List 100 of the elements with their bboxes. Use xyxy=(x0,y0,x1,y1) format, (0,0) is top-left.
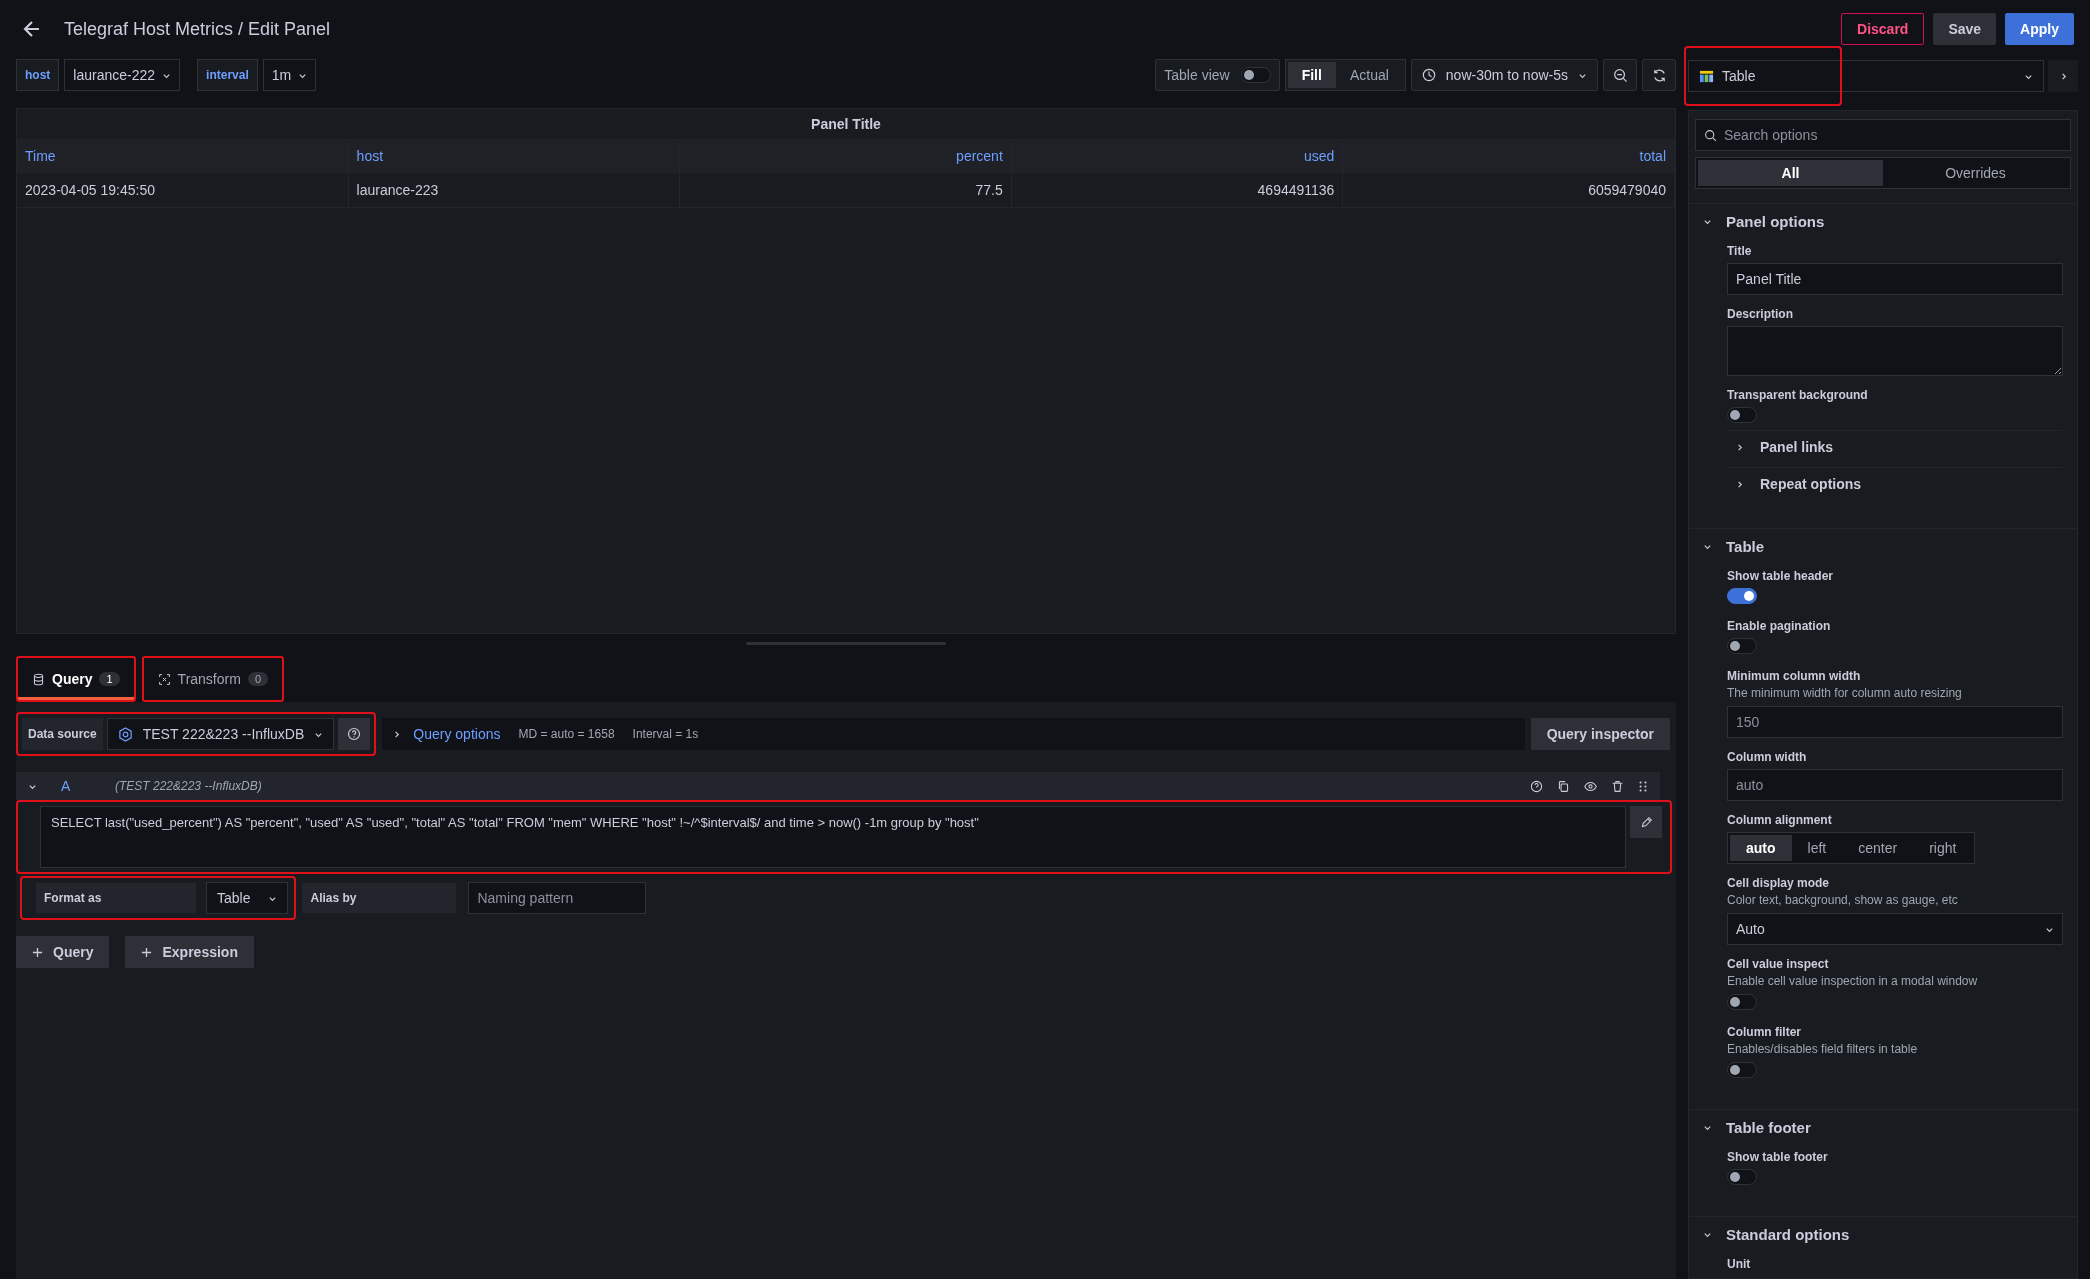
table-cell: laurance-223 xyxy=(348,173,681,208)
page-title: Telegraf Host Metrics / Edit Panel xyxy=(64,18,331,40)
panel-title: Panel Title xyxy=(810,115,882,134)
transform-icon xyxy=(157,672,171,686)
format-as-label: Format as xyxy=(36,883,196,913)
zoom-out-icon xyxy=(1612,67,1628,83)
radio-option[interactable]: left xyxy=(1791,835,1843,861)
edit-button[interactable] xyxy=(1630,806,1662,838)
toggle-switch[interactable] xyxy=(1727,588,1757,604)
toggle-switch[interactable] xyxy=(1727,638,1757,654)
back-arrow-icon[interactable] xyxy=(22,19,42,39)
toggle-switch[interactable] xyxy=(1727,407,1757,423)
help-button[interactable] xyxy=(338,718,371,750)
pencil-icon xyxy=(1639,815,1653,829)
radio-option[interactable]: right xyxy=(1913,835,1973,861)
column-header[interactable]: total xyxy=(1343,139,1675,173)
visualization-picker[interactable]: Table xyxy=(1688,60,2044,92)
resize-handle[interactable] xyxy=(746,641,946,645)
toggle-switch[interactable] xyxy=(1727,994,1757,1010)
header-button[interactable]: Save xyxy=(1933,13,1997,45)
alias-input[interactable]: Naming pattern xyxy=(468,882,647,914)
query-source-name: (TEST 222&223 --InfluxDB) xyxy=(115,779,262,793)
copy-icon[interactable] xyxy=(1557,779,1570,793)
eye-icon[interactable] xyxy=(1584,779,1597,793)
query-ref-id[interactable]: A xyxy=(61,778,101,794)
fill-mode-option[interactable]: Actual xyxy=(1335,62,1403,88)
options-tab[interactable]: Overrides xyxy=(1883,160,2068,186)
option-description: The minimum width for column auto resizing xyxy=(1727,686,1963,700)
table-cell: 6059479040 xyxy=(1343,173,1675,208)
subsection-header[interactable]: Panel links xyxy=(1727,431,2063,463)
refresh-button[interactable] xyxy=(1642,59,1676,91)
fill-mode-option[interactable]: Fill xyxy=(1287,62,1336,88)
data-source-picker[interactable]: TEST 222&223 --InfluxDB xyxy=(106,718,335,750)
chevron-icon xyxy=(1735,442,1744,452)
toggle-switch[interactable] xyxy=(1727,1062,1757,1078)
text-input[interactable]: auto xyxy=(1727,769,2063,801)
table-cell: 4694491136 xyxy=(1011,173,1344,208)
section-header[interactable]: Standard options xyxy=(1703,1223,2063,1245)
clock-icon xyxy=(1421,68,1436,82)
toggle-switch[interactable] xyxy=(1727,1169,1757,1185)
option-label: Cell display mode xyxy=(1727,876,1831,890)
option-label: Cell value inspect xyxy=(1727,957,1830,971)
query-inspector-button[interactable]: Query inspector xyxy=(1530,718,1670,750)
search-field[interactable]: Search options xyxy=(1695,119,2071,151)
trash-icon[interactable] xyxy=(1611,779,1624,793)
variable-label: interval xyxy=(197,59,258,91)
section-header[interactable]: Table footer xyxy=(1703,1116,2063,1138)
section-header[interactable]: Panel options xyxy=(1703,210,2063,232)
section-header[interactable]: Table xyxy=(1703,535,2063,557)
radio-option[interactable]: auto xyxy=(1730,835,1792,861)
column-header[interactable]: host xyxy=(348,139,681,173)
column-header[interactable]: percent xyxy=(680,139,1012,173)
chevron-icon xyxy=(1735,479,1744,489)
option-label: Transparent background xyxy=(1727,388,1869,402)
option-label: Unit xyxy=(1727,1257,1752,1271)
header-button[interactable]: Apply xyxy=(2005,13,2074,45)
subsection-header[interactable]: Repeat options xyxy=(1727,468,2063,500)
option-label: Title xyxy=(1727,244,1753,258)
table-cell: 77.5 xyxy=(680,173,1012,208)
options-tab[interactable]: All xyxy=(1698,160,1883,186)
search-icon xyxy=(1704,129,1717,142)
refresh-icon xyxy=(1651,67,1667,83)
chevron-right-icon[interactable] xyxy=(392,729,402,739)
data-source-icon xyxy=(117,726,133,742)
option-label: Show table footer xyxy=(1727,1150,1829,1164)
variable-dropdown[interactable]: 1m xyxy=(262,59,317,91)
column-header[interactable]: Time xyxy=(17,139,349,173)
option-label: Show table header xyxy=(1727,569,1835,583)
variable-dropdown[interactable]: laurance-222 xyxy=(64,59,181,91)
header-button[interactable]: Discard xyxy=(1841,13,1925,45)
option-label: Enable pagination xyxy=(1727,619,1832,633)
time-range-picker[interactable]: now-30m to now-5s xyxy=(1410,59,1598,91)
add-button[interactable]: Expression xyxy=(125,936,254,968)
zoom-out-button[interactable] xyxy=(1603,59,1637,91)
option-label: Column filter xyxy=(1727,1025,1802,1039)
radio-option[interactable]: center xyxy=(1842,835,1914,861)
help-icon xyxy=(347,727,362,741)
help-icon[interactable] xyxy=(1530,779,1543,793)
add-button[interactable]: Query xyxy=(16,936,110,968)
text-input[interactable]: 150 xyxy=(1727,706,2063,738)
option-description: Enables/disables field filters in table xyxy=(1727,1042,1919,1056)
option-label: Column width xyxy=(1727,750,1808,764)
option-description: Color text, background, show as gauge, etc xyxy=(1727,893,1959,907)
query-options-link[interactable]: Query options xyxy=(413,726,501,742)
select-dropdown[interactable]: Auto xyxy=(1727,913,2063,945)
option-label: Column alignment xyxy=(1727,813,1833,827)
option-label: Minimum column width xyxy=(1727,669,1862,683)
option-label: Description xyxy=(1727,307,1794,321)
query-editor[interactable]: SELECT last("used_percent") AS "percent", "used" AS "used", "total" AS "total" FROM "mem" WHERE "host" !~/^$interval$/ and time > now() -1m group by "host" xyxy=(40,806,1626,868)
text-input[interactable]: Panel Title xyxy=(1727,263,2063,295)
plus-icon xyxy=(32,946,43,958)
format-dropdown[interactable]: Table xyxy=(206,882,289,914)
interval-info: Interval = 1s xyxy=(632,727,699,741)
column-header[interactable]: used xyxy=(1011,139,1344,173)
variable-label: host xyxy=(16,59,60,91)
table-view-toggle[interactable]: Table view xyxy=(1155,59,1280,91)
editor-tab[interactable]: Query 1 xyxy=(16,656,136,702)
option-description: Enable cell value inspection in a modal window xyxy=(1727,974,1979,988)
table-icon xyxy=(1699,68,1714,84)
drag-handle-icon[interactable] xyxy=(1638,779,1648,793)
